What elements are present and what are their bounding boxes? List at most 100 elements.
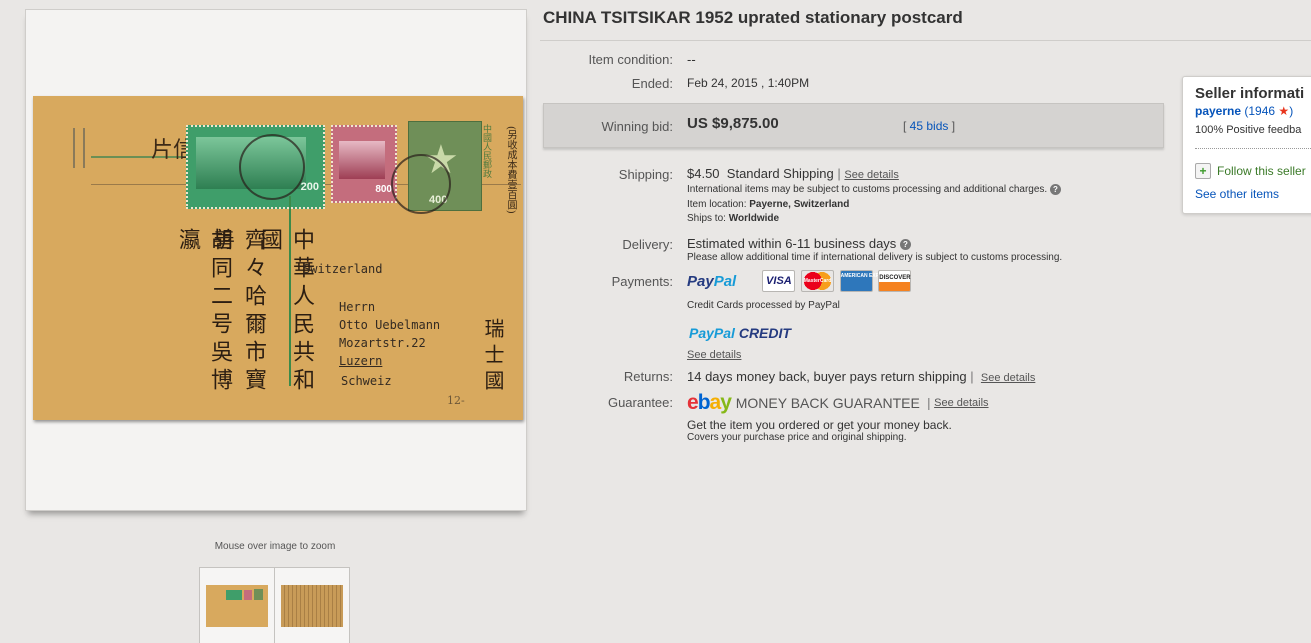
delivery-note: Please allow additional time if internat… — [687, 252, 1063, 263]
ships-to-row: Ships to: Worldwide — [687, 213, 779, 224]
shipping-intl-note-row: International items may be subject to cu… — [687, 184, 1061, 195]
returns-label: Returns: — [623, 369, 673, 384]
separator: | — [837, 166, 841, 181]
thumb-stamp — [226, 590, 242, 600]
thumbnail-image — [206, 585, 268, 627]
paypal-logo-pal: Pal — [713, 272, 737, 290]
card-processed-note: Credit Cards processed by PayPal — [687, 300, 840, 311]
item-location-value: Payerne, Switzerland — [749, 199, 850, 210]
payments-label: Payments: — [611, 274, 673, 289]
title-divider — [540, 40, 1311, 41]
shipping-line: $4.50 Standard Shipping | See details — [687, 166, 899, 181]
paypal-logo-pay: Pay — [687, 272, 714, 290]
ebay-logo: ebay — [687, 391, 736, 414]
address-line: Herrn — [339, 300, 376, 314]
thumbnail-image — [281, 585, 343, 627]
help-icon[interactable]: ? — [899, 239, 911, 251]
discover-icon: DISCOVER — [878, 270, 912, 292]
condition-value: -- — [687, 52, 696, 67]
stamp-red: 800 — [331, 125, 397, 203]
seller-name-link[interactable]: payerne — [1195, 104, 1241, 118]
positive-feedback: 100% Positive feedba — [1195, 124, 1302, 136]
item-location-label: Item location: — [687, 199, 747, 210]
guarantee-line-1: Get the item you ordered or get your mon… — [687, 418, 952, 432]
returns-see-details-link[interactable]: See details — [981, 372, 1035, 384]
delivery-estimate: Estimated within 6-11 business days — [687, 236, 897, 251]
returns-row: 14 days money back, buyer pays return sh… — [687, 369, 1035, 384]
winning-bid-value: US $9,875.00 — [687, 115, 779, 132]
zoom-hint: Mouse over image to zoom — [214, 541, 336, 552]
feedback-count: 1946 — [1248, 104, 1276, 118]
star-icon: ★ — [1278, 104, 1290, 118]
postcard-rule — [73, 128, 85, 168]
paypal-credit-see-details-row: See details — [687, 346, 741, 361]
condition-label: Item condition: — [588, 52, 673, 67]
ebay-logo-e: e — [687, 391, 699, 414]
ended-value: Feb 24, 2015 , 1:40PM — [687, 76, 810, 90]
right-column-text: (另收成本費壹百圓) — [505, 126, 516, 214]
payment-logos: PayPal VISA MasterCard AMERICAN EXPRESS … — [687, 270, 913, 292]
winning-bid-box: Winning bid: US $9,875.00 [ 45 bids ] — [543, 103, 1164, 148]
paypal-credit-see-details-link[interactable]: See details — [687, 349, 741, 361]
thumb-stamp — [244, 590, 252, 600]
feedback-score[interactable]: (1946 ★) — [1244, 104, 1293, 118]
seller-name-row: payerne (1946 ★) — [1195, 104, 1293, 118]
shipping-intl-note: International items may be subject to cu… — [687, 184, 1048, 196]
main-image-frame[interactable]: 片信 200 800 ★ 400 中國人民郵政 (另收成本費壹百圓) 中華人民共… — [25, 9, 527, 511]
guarantee-see-details-link[interactable]: See details — [934, 397, 988, 409]
visa-icon: VISA — [762, 270, 796, 292]
amex-icon: AMERICAN EXPRESS — [839, 270, 893, 292]
seller-info-panel: Seller informati payerne (1946 ★) 100% P… — [1182, 76, 1311, 214]
shipping-method: Standard Shipping — [726, 166, 834, 181]
mastercard-icon: MasterCard — [801, 270, 835, 292]
ebay-logo-a: a — [709, 391, 722, 414]
shipping-price: $4.50 — [687, 166, 720, 181]
delivery-estimate-row: Estimated within 6-11 business days ? — [687, 236, 911, 251]
separator: | — [927, 395, 931, 411]
ebay-logo-b: b — [697, 391, 711, 414]
separator: | — [970, 369, 974, 384]
postmark — [391, 154, 451, 214]
thumb-stamp — [254, 589, 263, 600]
stamp-corner-text: 中國人民郵政 — [481, 124, 491, 178]
thumbnail-front[interactable] — [199, 567, 275, 643]
money-back-text: MONEY BACK GUARANTEE — [735, 395, 920, 411]
address-line: Switzerland — [303, 262, 383, 276]
postcard-image: 片信 200 800 ★ 400 中國人民郵政 (另收成本費壹百圓) 中華人民共… — [33, 96, 523, 420]
recipient-country: 瑞士國 — [481, 318, 505, 396]
paypal-credit-logo: PayPal CREDIT — [689, 325, 791, 341]
address-line: Schweiz — [341, 374, 392, 388]
bids-link[interactable]: 45 bids — [910, 119, 949, 133]
seller-divider — [1195, 148, 1311, 149]
ended-label: Ended: — [631, 76, 673, 91]
winning-bid-label: Winning bid: — [601, 119, 673, 134]
shipping-see-details-link[interactable]: See details — [844, 169, 898, 181]
stamp-scene — [339, 141, 385, 179]
guarantee-row: ebay MONEY BACK GUARANTEE | See details — [687, 391, 989, 415]
see-other-items-link[interactable]: See other items — [1195, 187, 1279, 201]
stamp-value: 800 — [375, 184, 392, 195]
ebay-logo-y: y — [720, 391, 732, 414]
address-line: Luzern — [339, 354, 383, 368]
delivery-label: Delivery: — [622, 237, 673, 252]
seller-heading: Seller informati — [1195, 85, 1305, 102]
item-title: CHINA TSITSIKAR 1952 uprated stationary … — [543, 8, 963, 27]
pencil-note: 12- — [447, 394, 465, 407]
address-line: Mozartstr.22 — [339, 336, 426, 350]
thumbnail-back[interactable] — [274, 567, 350, 643]
bids-count: [ 45 bids ] — [903, 119, 956, 133]
returns-value: 14 days money back, buyer pays return sh… — [687, 369, 967, 384]
plus-icon: + — [1195, 163, 1211, 179]
stamp-value: 200 — [300, 181, 319, 193]
follow-seller-row[interactable]: + Follow this seller — [1195, 163, 1306, 179]
guarantee-line-2: Covers your purchase price and original … — [687, 432, 907, 443]
paypal-credit-word: CREDIT — [738, 325, 791, 341]
ships-to-label: Ships to: — [687, 213, 726, 224]
help-icon[interactable]: ? — [1049, 184, 1061, 195]
shipping-label: Shipping: — [618, 167, 673, 182]
postmark — [239, 134, 305, 200]
paypal-logo: PayPal — [687, 273, 740, 290]
address-line: Otto Uebelmann — [339, 318, 441, 332]
paypal-credit-pay: PayPal — [689, 325, 735, 341]
sender-line-3: 胡同二号吳博瀛 — [175, 228, 232, 396]
